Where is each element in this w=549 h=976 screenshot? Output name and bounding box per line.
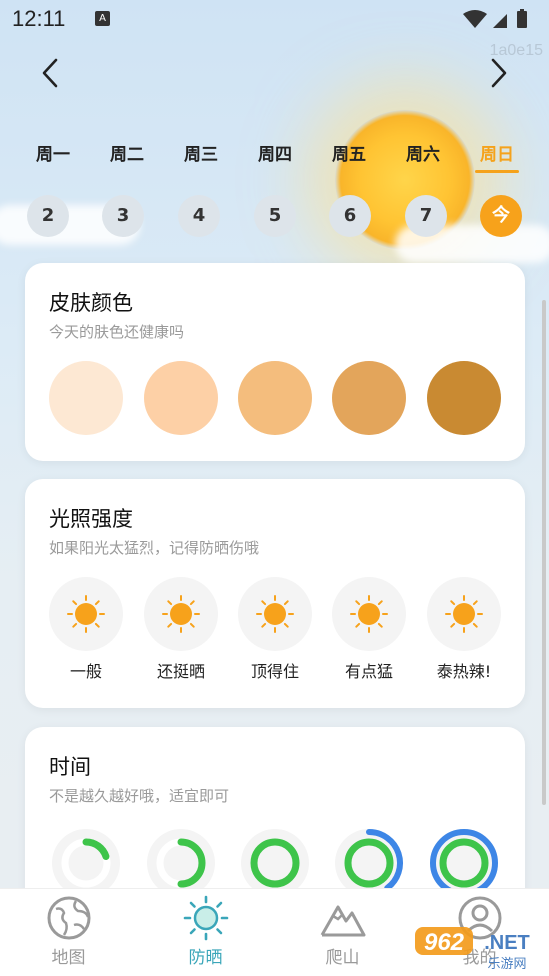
sun-icon <box>445 595 483 633</box>
date-button[interactable]: 7 <box>405 195 447 237</box>
sun-icon <box>256 595 294 633</box>
skin-color-card: 皮肤颜色 今天的肤色还健康吗 <box>25 263 525 461</box>
weekday-label: 周日 <box>480 145 514 165</box>
light-level-label: 一般 <box>69 662 102 681</box>
globe-icon <box>47 896 91 940</box>
light-level-button[interactable] <box>332 577 406 651</box>
weekday-tabs: 周一 周二 周三 周四 周五 周六 周日 <box>0 140 549 176</box>
logo-caption: 乐游网 <box>487 957 526 971</box>
date-button[interactable]: 5 <box>254 195 296 237</box>
sun-tab-icon <box>183 895 229 941</box>
skin-swatch[interactable] <box>49 361 123 435</box>
light-level-label: 顶得住 <box>250 662 299 681</box>
weekday-tab[interactable]: 周二 <box>97 140 157 165</box>
weekday-tab[interactable]: 周四 <box>245 140 305 165</box>
card-subtitle: 今天的肤色还健康吗 <box>49 323 185 341</box>
weekday-label: 周三 <box>184 145 218 165</box>
light-level-button[interactable] <box>238 577 312 651</box>
weekday-label: 周一 <box>36 145 70 165</box>
weekday-tab[interactable]: 周六 <box>393 140 453 165</box>
date-button[interactable]: 6 <box>329 195 371 237</box>
tab-label: 地图 <box>51 948 86 968</box>
scrollbar[interactable] <box>542 300 546 805</box>
skin-swatch[interactable] <box>144 361 218 435</box>
light-level-label: 还挺晒 <box>156 662 205 681</box>
logo-number: 962 <box>424 929 465 956</box>
light-level-button[interactable] <box>49 577 123 651</box>
logo-suffix: .NET <box>484 932 530 954</box>
chevron-right-icon[interactable] <box>483 57 513 89</box>
weekday-label: 周二 <box>110 145 144 165</box>
card-title: 光照强度 <box>49 507 133 531</box>
tab-map[interactable]: 地图 <box>0 889 137 976</box>
skin-swatch[interactable] <box>238 361 312 435</box>
light-level-label: 有点猛 <box>344 662 393 681</box>
date-row: 2 3 4 5 6 7 今 <box>0 195 549 239</box>
tab-hiking[interactable]: 爬山 <box>274 889 411 976</box>
card-title: 皮肤颜色 <box>49 291 133 315</box>
skin-swatch[interactable] <box>427 361 501 435</box>
weekday-tab-active[interactable]: 周日 <box>467 140 527 173</box>
signal-wifi-battery-icon <box>463 9 527 28</box>
weekday-tab[interactable]: 周一 <box>23 140 83 165</box>
light-level-label: 泰热辣! <box>436 662 492 681</box>
active-tab-underline <box>475 170 519 173</box>
tab-sunscreen[interactable]: 防晒 <box>137 889 274 976</box>
date-button[interactable]: 4 <box>178 195 220 237</box>
date-button-today[interactable]: 今 <box>480 195 522 237</box>
sun-icon <box>162 595 200 633</box>
light-level-button[interactable] <box>427 577 501 651</box>
weekday-tab[interactable]: 周三 <box>171 140 231 165</box>
tab-label: 爬山 <box>325 948 360 968</box>
weekday-label: 周六 <box>406 145 440 165</box>
date-button[interactable]: 3 <box>102 195 144 237</box>
tab-label: 防晒 <box>188 948 223 968</box>
card-subtitle: 如果阳光太猛烈，记得防晒伤哦 <box>49 539 260 557</box>
date-button[interactable]: 2 <box>27 195 69 237</box>
skin-swatch[interactable] <box>332 361 406 435</box>
sun-icon <box>350 595 388 633</box>
notification-badge: A <box>95 11 110 26</box>
card-title: 时间 <box>49 755 91 779</box>
light-intensity-card: 光照强度 如果阳光太猛烈，记得防晒伤哦 一般 还挺晒 顶得住 有点猛 泰热辣! <box>25 479 525 708</box>
light-level-button[interactable] <box>144 577 218 651</box>
status-bar: 12:11 A <box>0 0 549 40</box>
card-subtitle: 不是越久越好哦，适宜即可 <box>49 787 230 805</box>
sun-icon <box>67 595 105 633</box>
weekday-label: 周四 <box>258 145 292 165</box>
weekday-label: 周五 <box>332 145 366 165</box>
weekday-tab[interactable]: 周五 <box>319 140 379 165</box>
site-logo: 962 .NET 乐游网 <box>415 927 530 971</box>
chevron-left-icon[interactable] <box>36 57 66 89</box>
mountain-icon <box>320 905 366 937</box>
status-time: 12:11 <box>12 6 66 31</box>
